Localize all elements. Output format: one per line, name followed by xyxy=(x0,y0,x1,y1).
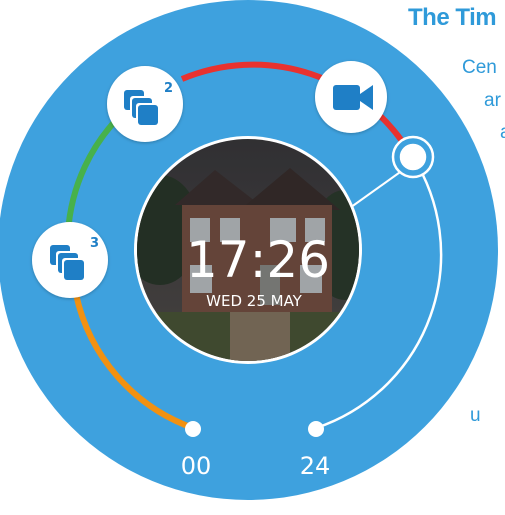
timeline-start-dot xyxy=(185,421,201,437)
timeline-end-dot xyxy=(308,421,324,437)
timeline-end-label: 24 xyxy=(300,452,331,480)
event-count-badge: 3 xyxy=(90,236,99,251)
clock-time: 17:26 xyxy=(186,231,330,289)
event-count-badge: 2 xyxy=(164,81,173,96)
clock-date: WED 25 MAY xyxy=(206,292,303,310)
timeline-dial: 17:26 WED 25 MAY 2 3 00 24 xyxy=(0,0,498,500)
timeline-start-label: 00 xyxy=(181,452,212,480)
timeline-handle[interactable] xyxy=(391,135,435,179)
